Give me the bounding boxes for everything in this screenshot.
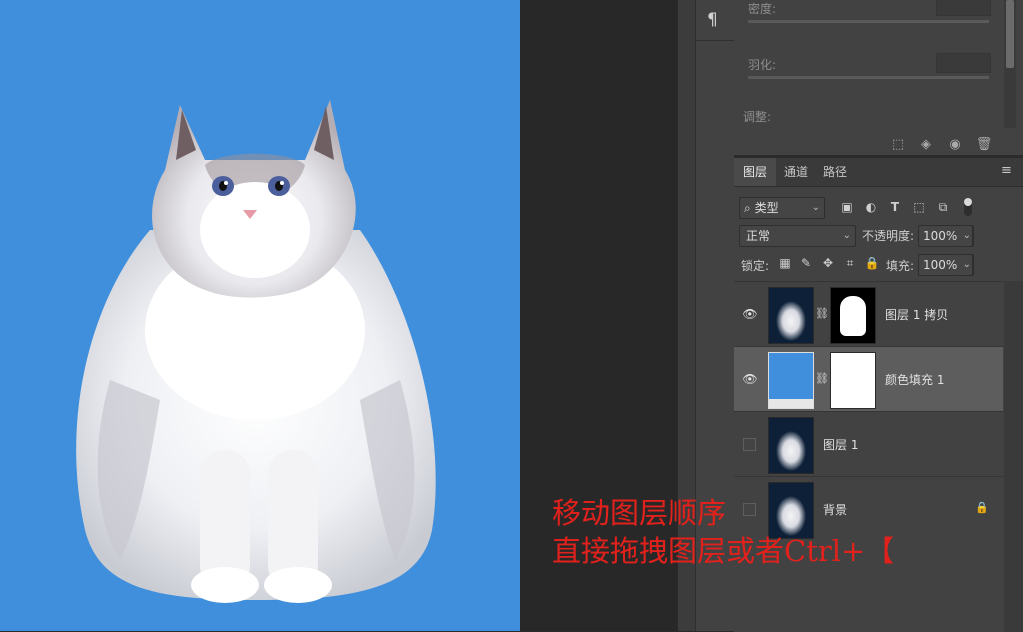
apply-mask-icon[interactable]: ◈	[918, 136, 934, 152]
opacity-dropdown[interactable]: ⌄	[959, 225, 973, 247]
layer-row[interactable]: 图层 1	[734, 411, 1003, 477]
fill-label: 填充:	[886, 259, 915, 273]
layer-name[interactable]: 图层 1 拷贝	[885, 306, 948, 323]
feather-slider[interactable]	[748, 76, 989, 79]
filter-smart-object-icon[interactable]: ⧉	[935, 199, 951, 215]
link-icon[interactable]: ⛓	[815, 304, 829, 322]
annotation-title: 移动图层顺序	[552, 496, 727, 530]
filter-type-icon[interactable]: T	[887, 199, 903, 215]
panel-tabs: 图层 通道 路径 ≡	[734, 158, 1023, 187]
layer-row-selected[interactable]: 👁 ⛓ 颜色填充 1	[734, 346, 1003, 412]
lock-position-icon[interactable]: ✥	[821, 256, 835, 270]
layer-name[interactable]: 颜色填充 1	[885, 371, 944, 388]
density-label: 密度:	[748, 2, 777, 16]
eye-icon[interactable]: 👁	[742, 307, 757, 321]
layer-thumbnail	[768, 417, 814, 474]
filter-toggle[interactable]	[964, 198, 972, 216]
mask-thumbnail[interactable]	[830, 352, 876, 409]
fill-thumbnail-bar	[769, 399, 813, 408]
visibility-toggle[interactable]	[743, 503, 756, 516]
lock-image-icon[interactable]: ✎	[799, 256, 813, 270]
lock-label: 锁定:	[741, 259, 770, 273]
eye-icon[interactable]: 👁	[742, 372, 757, 386]
layer-name[interactable]: 背景	[823, 501, 847, 518]
adjust-label: 调整:	[743, 110, 772, 124]
lock-all-icon[interactable]: 🔒	[865, 256, 880, 270]
trash-icon[interactable]: 🗑	[976, 136, 993, 152]
chevron-down-icon: ⌄	[962, 259, 971, 270]
selection-icon[interactable]: ⬚	[890, 136, 906, 152]
mask-shape	[840, 296, 866, 336]
panel-menu-icon[interactable]: ≡	[1001, 164, 1015, 178]
annotation-subtitle: 直接拖拽图层或者Ctrl+【	[552, 534, 895, 568]
document-canvas[interactable]	[0, 0, 520, 631]
density-slider[interactable]	[748, 20, 989, 23]
density-field[interactable]	[936, 0, 991, 16]
filter-kind-select[interactable]: ⌕ 类型 ⌄	[739, 197, 825, 219]
properties-scroll-thumb[interactable]	[1006, 0, 1014, 68]
blend-mode-value: 正常	[746, 229, 771, 243]
visibility-toggle[interactable]	[743, 438, 756, 451]
tab-layers[interactable]: 图层	[734, 158, 777, 186]
filter-kind-value: 类型	[754, 201, 779, 215]
tab-channels[interactable]: 通道	[775, 158, 817, 186]
fill-dropdown[interactable]: ⌄	[959, 254, 973, 276]
filter-shape-icon[interactable]: ⬚	[911, 199, 927, 215]
layer-thumbnail	[768, 287, 814, 344]
lock-icon[interactable]: 🔒	[975, 501, 989, 514]
feather-label: 羽化:	[748, 58, 777, 72]
layer-name[interactable]: 图层 1	[823, 436, 858, 453]
opacity-value: 100%	[923, 229, 958, 243]
fill-thumbnail[interactable]	[768, 352, 814, 409]
filter-adjustment-icon[interactable]: ◐	[863, 199, 879, 215]
tab-paths[interactable]: 路径	[814, 158, 856, 186]
layers-scrollbar[interactable]	[1004, 281, 1023, 632]
properties-panel: 密度: 羽化: 调整: ⬚ ◈ ◉ 🗑	[734, 0, 1023, 155]
strip-divider	[696, 40, 734, 41]
blend-mode-select[interactable]: 正常 ⌄	[739, 225, 856, 247]
opacity-label: 不透明度:	[862, 229, 915, 243]
chevron-down-icon: ⌄	[842, 230, 851, 241]
link-icon[interactable]: ⛓	[815, 369, 829, 387]
fill-value: 100%	[923, 258, 958, 272]
lock-artboard-icon[interactable]: ⌗	[843, 256, 857, 270]
lock-transparent-icon[interactable]: ▦	[778, 256, 792, 270]
chevron-down-icon: ⌄	[962, 230, 971, 241]
search-icon: ⌕	[744, 201, 751, 215]
cat-image	[76, 100, 436, 603]
feather-field[interactable]	[936, 53, 991, 73]
mask-thumbnail[interactable]	[830, 287, 876, 344]
chevron-down-icon: ⌄	[811, 202, 820, 213]
eye-icon[interactable]: ◉	[947, 136, 963, 152]
layer-row[interactable]: 👁 ⛓ 图层 1 拷贝	[734, 281, 1003, 347]
filter-pixel-icon[interactable]: ▣	[839, 199, 855, 215]
paragraph-icon[interactable]: ¶	[707, 10, 718, 30]
